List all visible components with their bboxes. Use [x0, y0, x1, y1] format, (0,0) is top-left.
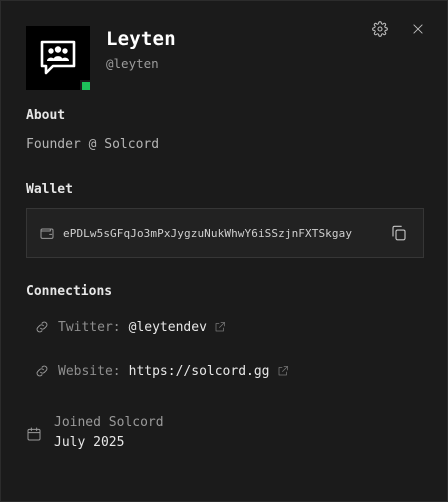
- connection-website: Website: https://solcord.gg: [34, 363, 289, 379]
- close-button[interactable]: [409, 20, 427, 38]
- link-icon: [36, 365, 48, 377]
- settings-button[interactable]: [371, 20, 389, 38]
- wallet-icon: [40, 228, 54, 239]
- external-link-icon[interactable]: [214, 321, 226, 333]
- about-text: Founder @ Solcord: [26, 137, 160, 152]
- connection-twitter: Twitter: @leytendev: [34, 319, 226, 335]
- connection-label: Website:: [58, 363, 121, 379]
- display-name: Leyten: [106, 28, 176, 50]
- wallet-address: ePDLw5sGFqJo3mPxJygzuNukWhwY6iSSzjnFXTSk…: [63, 226, 353, 240]
- joined-label: Joined Solcord: [54, 415, 164, 430]
- copy-icon[interactable]: [390, 224, 408, 242]
- connections-heading: Connections: [26, 284, 113, 299]
- link-icon: [36, 321, 48, 333]
- group-chat-icon: [40, 40, 76, 75]
- joined-date: July 2025: [54, 435, 125, 450]
- website-link[interactable]: https://solcord.gg: [129, 364, 270, 379]
- joined-info: Joined Solcord July 2025: [26, 415, 164, 450]
- wallet-address-box: ePDLw5sGFqJo3mPxJygzuNukWhwY6iSSzjnFXTSk…: [26, 208, 424, 258]
- online-status-indicator: [80, 80, 92, 92]
- about-heading: About: [26, 108, 66, 123]
- calendar-icon: [27, 427, 41, 441]
- connection-label: Twitter:: [58, 319, 121, 335]
- external-link-icon[interactable]: [277, 365, 289, 377]
- username: @leyten: [106, 56, 159, 71]
- profile-panel: Leyten @leyten About Founder @ Solcord W…: [0, 0, 448, 502]
- close-icon: [413, 24, 423, 34]
- twitter-link[interactable]: @leytendev: [129, 320, 207, 335]
- gear-icon: [372, 21, 388, 37]
- panel-actions: [371, 20, 427, 38]
- wallet-heading: Wallet: [26, 182, 73, 197]
